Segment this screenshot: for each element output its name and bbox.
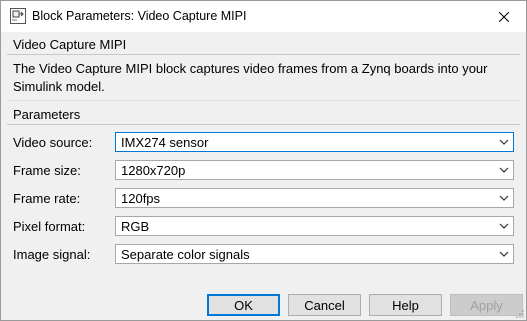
video-source-label: Video source: [13,135,93,150]
close-button[interactable] [481,1,526,32]
image-signal-label: Image signal: [13,247,91,262]
frame-rate-label: Frame rate: [13,191,81,206]
chevron-down-icon [499,139,509,145]
description-line: Simulink model. [13,79,105,94]
chevron-down-icon [499,251,509,257]
select-value: IMX274 sensor [121,135,209,150]
close-icon [498,11,509,22]
image-signal-select[interactable]: Separate color signals [115,244,514,264]
select-value: 1280x720p [121,163,186,178]
divider [7,54,520,55]
frame-rate-select[interactable]: 120fps [115,188,514,208]
apply-button[interactable]: Apply [450,294,523,316]
pixel-format-select[interactable]: RGB [115,216,514,236]
divider [7,100,520,101]
help-button[interactable]: Help [369,294,442,316]
divider [7,124,520,125]
select-value: RGB [121,219,150,234]
block-parameters-dialog: Block Parameters: Video Capture MIPI Vid… [0,0,527,321]
frame-size-label: Frame size: [13,163,81,178]
video-source-select[interactable]: IMX274 sensor [115,132,514,152]
cancel-button[interactable]: Cancel [288,294,361,316]
simulink-block-icon [10,8,26,24]
select-value: Separate color signals [121,247,250,262]
ok-button[interactable]: OK [207,294,280,316]
chevron-down-icon [499,167,509,173]
select-value: 120fps [121,191,161,206]
window-title: Block Parameters: Video Capture MIPI [32,9,247,23]
block-name-heading: Video Capture MIPI [13,37,127,52]
description-line: The Video Capture MIPI block captures vi… [13,61,488,76]
chevron-down-icon [499,223,509,229]
block-description: The Video Capture MIPI block captures vi… [13,60,513,96]
frame-size-select[interactable]: 1280x720p [115,160,514,180]
resize-grip-icon[interactable] [515,309,525,319]
chevron-down-icon [499,195,509,201]
pixel-format-label: Pixel format: [13,219,86,234]
parameters-heading: Parameters [13,107,81,122]
title-bar[interactable]: Block Parameters: Video Capture MIPI [1,1,526,32]
